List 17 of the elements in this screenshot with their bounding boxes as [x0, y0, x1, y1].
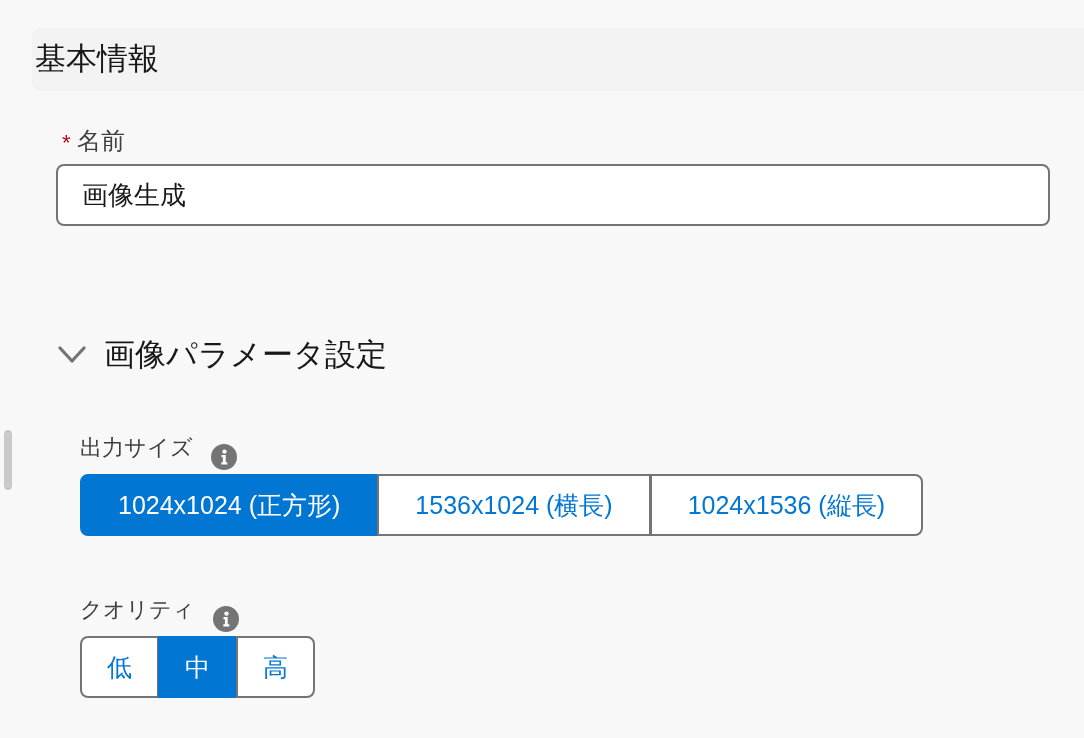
- option-button[interactable]: 1024x1536 (縦長): [649, 474, 923, 536]
- section-title: 基本情報: [35, 42, 159, 77]
- option-button[interactable]: 低: [80, 636, 159, 698]
- info-icon[interactable]: [213, 606, 239, 632]
- field-label: クオリティ: [80, 596, 195, 624]
- chevron-down-icon[interactable]: [58, 346, 86, 364]
- required-mark: *: [62, 132, 71, 154]
- option-button[interactable]: 1536x1024 (横長): [377, 474, 651, 536]
- field-label: 名前: [76, 127, 125, 155]
- field-label: 出力サイズ: [80, 434, 193, 462]
- info-icon[interactable]: [211, 444, 237, 470]
- option-button[interactable]: 中: [158, 636, 237, 698]
- option-button[interactable]: 1024x1024 (正方形): [80, 474, 379, 536]
- section-toggle-title[interactable]: 画像パラメータ設定: [104, 337, 387, 373]
- name-input-field[interactable]: 画像生成: [56, 164, 1050, 226]
- scroll-thumb[interactable]: [4, 430, 12, 490]
- option-button[interactable]: 高: [236, 636, 315, 698]
